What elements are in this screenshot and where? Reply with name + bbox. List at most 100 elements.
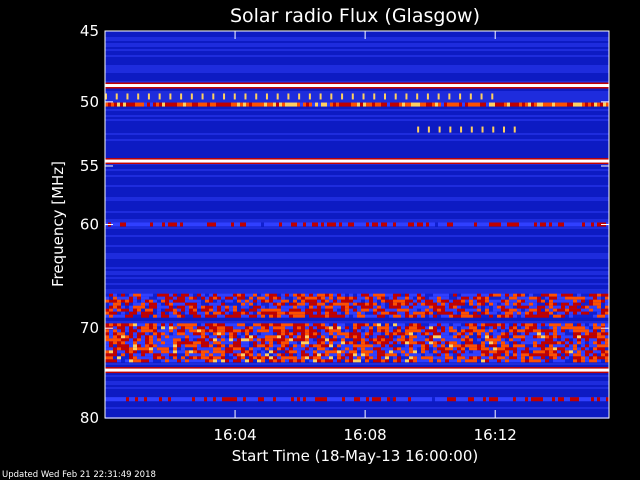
- region-cell: [429, 356, 433, 360]
- region-cell: [441, 323, 445, 327]
- region-cell: [121, 293, 125, 297]
- region-cell: [145, 335, 149, 339]
- region-cell: [441, 344, 445, 348]
- region-cell: [493, 356, 497, 360]
- region-cell: [365, 359, 369, 363]
- band-cell: [372, 102, 375, 107]
- region-cell: [469, 350, 473, 354]
- band-cell: [468, 102, 471, 107]
- region-cell: [209, 353, 213, 357]
- region-cell: [289, 335, 293, 339]
- region-cell: [333, 308, 337, 312]
- band-cell: [444, 397, 447, 402]
- region-cell: [281, 314, 285, 318]
- region-cell: [441, 299, 445, 303]
- region-cell: [529, 338, 533, 342]
- band-cell: [396, 222, 399, 227]
- region-cell: [217, 335, 221, 339]
- region-cell: [581, 296, 585, 300]
- region-cell: [561, 356, 565, 360]
- region-cell: [149, 326, 153, 330]
- region-cell: [493, 299, 497, 303]
- band-cell: [147, 222, 150, 227]
- region-cell: [205, 302, 209, 306]
- region-cell: [105, 356, 109, 360]
- region-cell: [217, 341, 221, 345]
- band-cell: [243, 102, 246, 107]
- band-cell: [132, 397, 135, 402]
- region-cell: [393, 353, 397, 357]
- region-cell: [245, 323, 249, 327]
- region-cell: [569, 326, 573, 330]
- region-cell: [541, 296, 545, 300]
- region-cell: [517, 356, 521, 360]
- region-cell: [121, 338, 125, 342]
- band-cell: [366, 102, 369, 107]
- region-cell: [137, 308, 141, 312]
- band-cell: [393, 102, 396, 107]
- region-cell: [389, 311, 393, 315]
- band-cell: [519, 222, 522, 227]
- band-cell: [117, 397, 120, 402]
- region-cell: [113, 356, 117, 360]
- region-cell: [273, 302, 277, 306]
- band-cell: [552, 222, 555, 227]
- band-cell: [174, 222, 177, 227]
- region-cell: [509, 338, 513, 342]
- region-cell: [473, 353, 477, 357]
- burst-mark: [513, 126, 516, 133]
- band-cell: [474, 222, 477, 227]
- region-cell: [405, 338, 409, 342]
- region-cell: [589, 326, 593, 330]
- region-cell: [289, 293, 293, 297]
- region-cell: [577, 299, 581, 303]
- region-cell: [221, 344, 225, 348]
- region-cell: [201, 293, 205, 297]
- region-cell: [289, 353, 293, 357]
- region-cell: [573, 302, 577, 306]
- region-cell: [585, 311, 589, 315]
- region-cell: [333, 311, 337, 315]
- region-cell: [133, 323, 137, 327]
- region-cell: [513, 350, 517, 354]
- region-cell: [117, 344, 121, 348]
- region-cell: [377, 308, 381, 312]
- region-cell: [497, 329, 501, 333]
- region-cell: [333, 323, 337, 327]
- region-cell: [229, 347, 233, 351]
- region-cell: [217, 302, 221, 306]
- chart-title: Solar radio Flux (Glasgow): [230, 5, 480, 27]
- region-cell: [213, 323, 217, 327]
- region-cell: [269, 302, 273, 306]
- region-cell: [393, 293, 397, 297]
- band-cell: [168, 102, 171, 107]
- band-cell: [144, 102, 147, 107]
- region-cell: [349, 293, 353, 297]
- region-cell: [157, 353, 161, 357]
- region-cell: [185, 344, 189, 348]
- band-cell: [456, 222, 459, 227]
- region-cell: [353, 338, 357, 342]
- region-cell: [533, 335, 537, 339]
- region-cell: [513, 332, 517, 336]
- burst-mark: [190, 93, 193, 100]
- band-cell: [129, 397, 132, 402]
- region-cell: [553, 323, 557, 327]
- region-cell: [469, 305, 473, 309]
- region-cell: [117, 332, 121, 336]
- constant-band-core: [105, 368, 609, 372]
- region-cell: [113, 323, 117, 327]
- region-cell: [325, 335, 329, 339]
- region-cell: [497, 299, 501, 303]
- region-cell: [389, 293, 393, 297]
- region-cell: [241, 350, 245, 354]
- region-cell: [257, 353, 261, 357]
- region-cell: [197, 305, 201, 309]
- region-cell: [353, 335, 357, 339]
- region-cell: [413, 338, 417, 342]
- region-cell: [421, 353, 425, 357]
- region-cell: [317, 335, 321, 339]
- region-cell: [425, 326, 429, 330]
- region-cell: [481, 341, 485, 345]
- region-cell: [589, 335, 593, 339]
